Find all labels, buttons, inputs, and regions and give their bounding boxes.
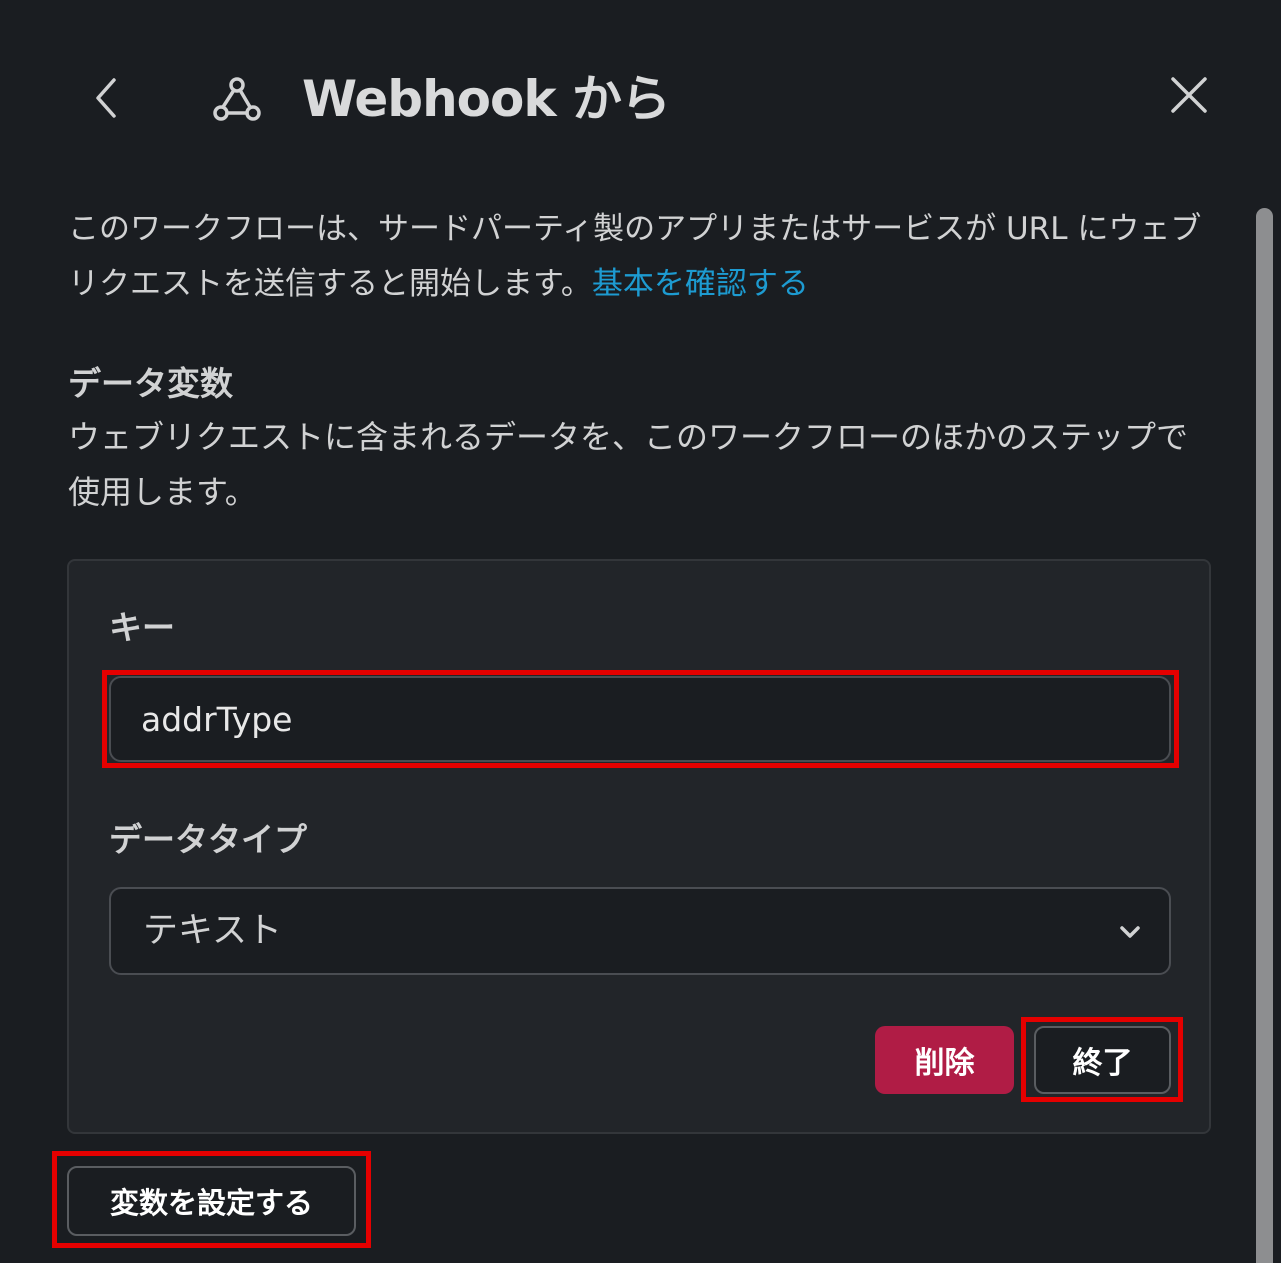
delete-button[interactable]: 削除	[875, 1026, 1014, 1094]
data-type-select[interactable]: テキスト	[109, 887, 1171, 975]
done-button[interactable]: 終了	[1034, 1026, 1171, 1094]
chevron-left-icon	[96, 78, 116, 118]
learn-basics-link[interactable]: 基本を確認する	[592, 266, 809, 302]
data-variables-heading: データ変数	[68, 364, 233, 403]
chevron-down-icon	[1120, 926, 1140, 938]
panel-header: Webhook から	[0, 0, 1281, 190]
key-label: キー	[109, 608, 175, 647]
data-type-label: データタイプ	[109, 820, 307, 859]
scrollbar-thumb[interactable]	[1256, 208, 1273, 1263]
back-button[interactable]	[78, 70, 134, 126]
data-variables-description: ウェブリクエストに含まれるデータを、このワークフローのほかのステップで使用します…	[68, 418, 1189, 511]
data-type-value: テキスト	[143, 911, 282, 951]
close-icon	[1171, 77, 1207, 113]
webhook-trigger-panel: Webhook から このワークフローは、サードパーティ製のアプリまたはサービス…	[0, 0, 1281, 1263]
close-button[interactable]	[1160, 66, 1218, 124]
set-variable-button[interactable]: 変数を設定する	[67, 1166, 356, 1236]
key-input[interactable]	[109, 676, 1171, 762]
trigger-description: このワークフローは、サードパーティ製のアプリまたはサービスが URL にウェブリ…	[68, 202, 1228, 312]
webhook-icon	[213, 77, 261, 121]
panel-title: Webhook から	[302, 70, 671, 128]
